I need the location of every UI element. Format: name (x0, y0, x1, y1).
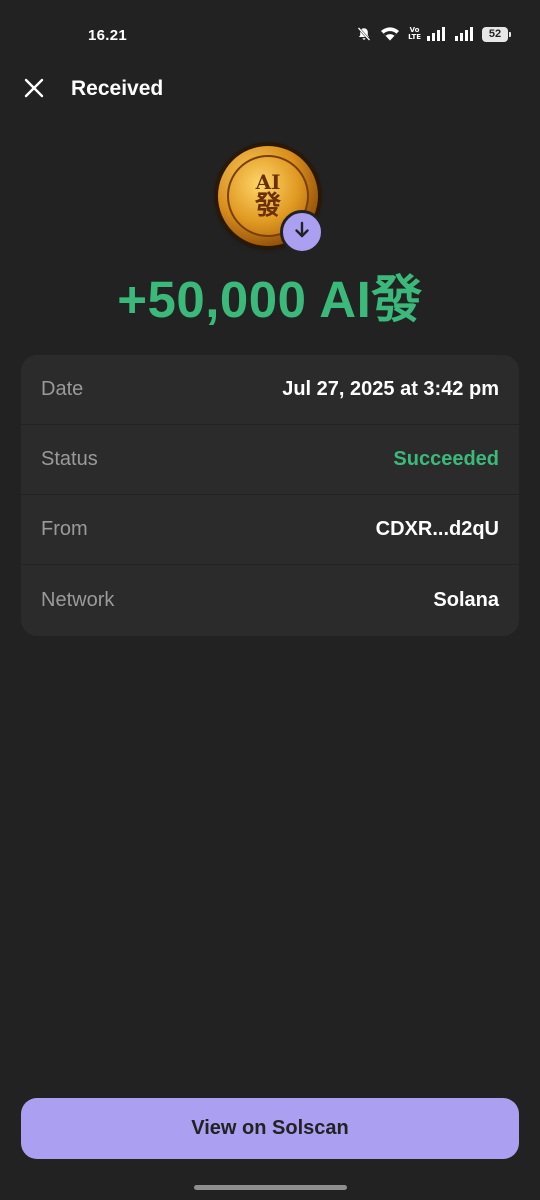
lte-label: LTE (408, 33, 421, 41)
transaction-details-card: Date Jul 27, 2025 at 3:42 pm Status Succ… (21, 355, 519, 636)
home-indicator[interactable] (194, 1185, 347, 1190)
bell-muted-icon (356, 26, 372, 42)
detail-row-network: Network Solana (21, 565, 519, 635)
network-value: Solana (433, 588, 499, 611)
close-icon (23, 77, 45, 104)
date-value: Jul 27, 2025 at 3:42 pm (282, 378, 499, 400)
coin-text-bottom: 發 (254, 191, 281, 221)
battery-icon: 52 (482, 26, 511, 42)
volte-lte-icon: Vo LTE (408, 27, 421, 41)
close-button[interactable] (14, 70, 54, 110)
view-on-solscan-button[interactable]: View on Solscan (21, 1098, 519, 1159)
page-title: Received (71, 77, 164, 100)
wifi-icon (380, 26, 400, 42)
coin-text-top: AI (255, 170, 281, 194)
status-time: 16.21 (88, 27, 128, 44)
token-icon-group: AI 發 (218, 146, 324, 254)
detail-row-from[interactable]: From CDXR...d2qU (21, 495, 519, 565)
arrow-down-icon (292, 220, 312, 245)
receive-badge (280, 210, 324, 254)
detail-row-date: Date Jul 27, 2025 at 3:42 pm (21, 355, 519, 425)
status-icons: Vo LTE 52 (356, 26, 511, 42)
status-label: Status (41, 448, 98, 470)
received-amount: +50,000 AI發 (117, 271, 423, 328)
signal-icon-sim2 (454, 26, 474, 42)
from-label: From (41, 518, 88, 540)
from-address-value[interactable]: CDXR...d2qU (376, 518, 499, 541)
detail-row-status: Status Succeeded (21, 425, 519, 495)
date-label: Date (41, 378, 84, 400)
signal-icon-sim1 (426, 26, 446, 42)
status-bar: 16.21 Vo LTE 52 (0, 0, 540, 72)
network-label: Network (41, 588, 115, 611)
header: Received (0, 66, 540, 114)
status-value: Succeeded (393, 448, 499, 470)
